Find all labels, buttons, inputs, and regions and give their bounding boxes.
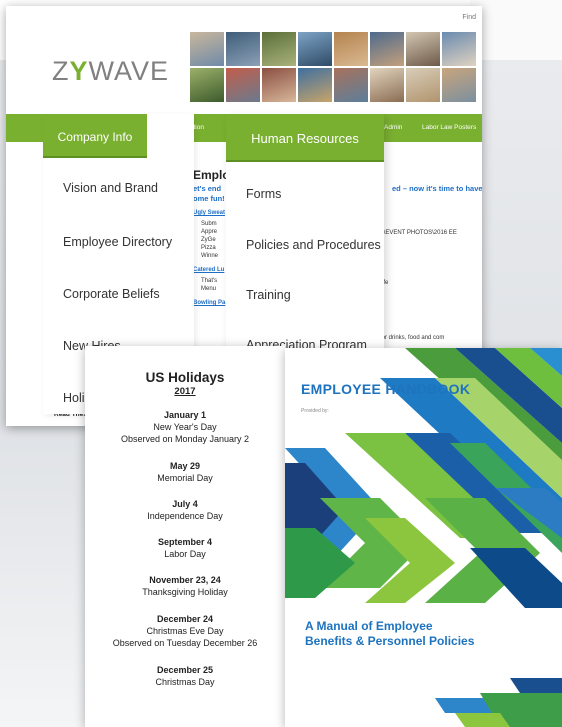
holiday-entry: November 23, 24 Thanksgiving Holiday [85, 574, 285, 598]
photo [334, 68, 368, 102]
menu-item-forms[interactable]: Forms [246, 187, 281, 201]
logo-chevron: Y [69, 56, 89, 86]
menu-item-vision-and-brand[interactable]: Vision and Brand [63, 181, 158, 195]
photo [226, 32, 260, 66]
human-resources-tab[interactable]: Human Resources [226, 114, 384, 162]
holiday-date: September 4 [157, 537, 213, 547]
holiday-date: December 25 [156, 665, 214, 675]
bullet-item: Winne [201, 253, 219, 259]
holiday-entry: December 24 Christmas Eve Day Observed o… [85, 613, 285, 649]
photo [262, 68, 296, 102]
company-info-tab[interactable]: Company Info [43, 114, 147, 158]
photo [370, 32, 404, 66]
holiday-name: Christmas Day [155, 677, 215, 687]
photo [406, 68, 440, 102]
menu-item-employee-directory[interactable]: Employee Directory [63, 235, 172, 249]
menu-item-policies-and-procedures[interactable]: Policies and Procedures [246, 238, 381, 252]
employee-photo-collage [190, 32, 482, 104]
ugly-sweater-link[interactable]: Ugly Sweat [193, 210, 225, 216]
zywave-logo: ZYWAVE [52, 56, 169, 87]
holiday-entry: December 25 Christmas Day [85, 664, 285, 688]
holiday-date: December 24 [156, 614, 214, 624]
holiday-name: Labor Day [164, 549, 206, 559]
event-photos-path: red\EVENT PHOTOS\2016 EE [375, 230, 457, 236]
logo-text-left: Z [52, 56, 70, 86]
holidays-title: US Holidays [145, 370, 225, 385]
holiday-entry: September 4 Labor Day [85, 536, 285, 560]
photo [442, 68, 476, 102]
holiday-entry: July 4 Independence Day [85, 498, 285, 522]
menu-item-training[interactable]: Training [246, 288, 291, 302]
handbook-title: EMPLOYEE HANDBOOK [301, 381, 471, 397]
background-top [470, 0, 562, 60]
bullet-item: Pizza [201, 245, 216, 251]
holidays-year: 2017 [174, 386, 196, 397]
holiday-name: Christmas Eve Day [146, 626, 224, 636]
holiday-name: Independence Day [147, 511, 223, 521]
bullet-item: That's [201, 278, 218, 284]
photo [298, 32, 332, 66]
holiday-entry: January 1 New Year's Day Observed on Mon… [85, 409, 285, 445]
handbook-subtitle-line-1: A Manual of Employee [305, 619, 433, 633]
drinks-text: for drinks, food and com [380, 335, 445, 341]
bowling-party-link[interactable]: Bowling Pa [193, 300, 225, 306]
photo [442, 32, 476, 66]
nav-admin[interactable]: Admin [384, 124, 402, 131]
holiday-date: January 1 [163, 410, 207, 420]
employee-handbook-cover: EMPLOYEE HANDBOOK Provided by: A Manual … [285, 348, 562, 727]
holiday-date: November 23, 24 [149, 575, 221, 585]
us-holidays-document: US Holidays 2017 January 1 New Year's Da… [85, 346, 285, 727]
holiday-observed: Observed on Tuesday December 26 [112, 638, 258, 648]
nav-labor-law-posters[interactable]: Labor Law Posters [422, 124, 476, 131]
photo [262, 32, 296, 66]
bullet-item: Appre [201, 229, 218, 235]
holiday-name: Memorial Day [157, 473, 213, 483]
logo-text-right: WAVE [88, 56, 170, 86]
photo [334, 32, 368, 66]
content-subhead-1: et's end [193, 184, 222, 193]
photo [406, 32, 440, 66]
find-link[interactable]: Find [462, 14, 476, 21]
photo [226, 68, 260, 102]
handbook-provided-by: Provided by: [301, 408, 329, 414]
handbook-cover-art [285, 348, 562, 727]
holiday-date: May 29 [169, 461, 201, 471]
holiday-name: New Year's Day [153, 422, 217, 432]
holiday-date: July 4 [172, 499, 198, 509]
bullet-item: Subm [201, 221, 217, 227]
photo [190, 32, 224, 66]
photo [190, 68, 224, 102]
menu-item-holidays[interactable]: Holi [63, 391, 85, 405]
bullet-item: Menu [201, 286, 217, 292]
menu-item-corporate-beliefs[interactable]: Corporate Beliefs [63, 287, 160, 301]
photo [370, 68, 404, 102]
holiday-name: Thanksgiving Holiday [142, 587, 228, 597]
content-subhead-1-tail: ed – now it's time to have [392, 184, 482, 193]
bullet-item: ZyGe [201, 237, 216, 243]
holiday-observed: Observed on Monday January 2 [120, 434, 250, 444]
handbook-subtitle-line-2: Benefits & Personnel Policies [305, 634, 475, 648]
content-subhead-2: ome fun! [193, 194, 225, 203]
holiday-entry: May 29 Memorial Day [85, 460, 285, 484]
catered-lunch-link[interactable]: Catered Lu [193, 267, 224, 273]
photo [298, 68, 332, 102]
